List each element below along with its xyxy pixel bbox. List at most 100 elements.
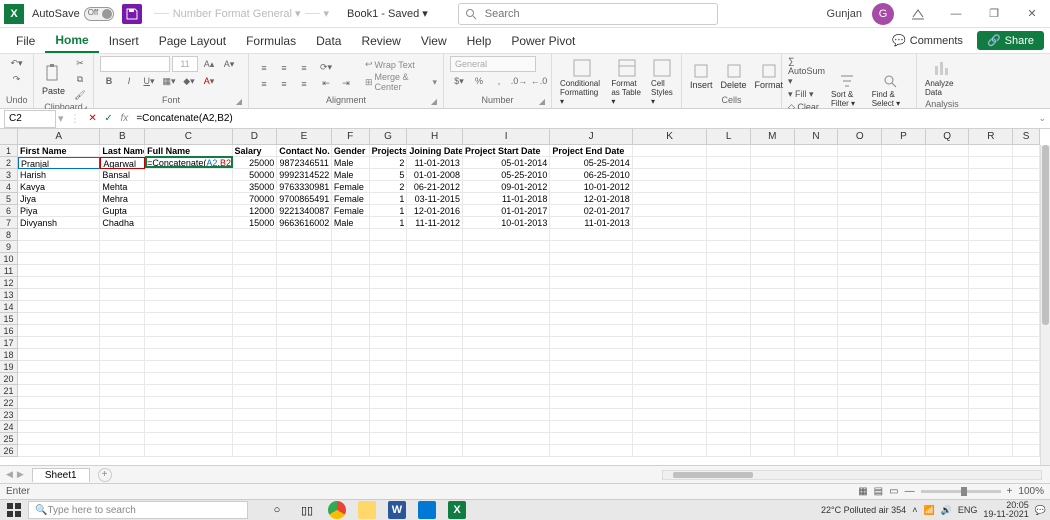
cell[interactable]: 1 — [370, 205, 408, 217]
cell[interactable] — [407, 361, 463, 373]
cell[interactable] — [145, 433, 232, 445]
menu-file[interactable]: File — [6, 30, 45, 52]
cell[interactable] — [145, 277, 232, 289]
cell[interactable] — [795, 217, 839, 229]
cell[interactable] — [751, 253, 795, 265]
cell[interactable] — [969, 421, 1013, 433]
comma-icon[interactable]: , — [490, 74, 508, 88]
cell[interactable] — [233, 385, 278, 397]
cell[interactable] — [18, 265, 100, 277]
cell[interactable] — [100, 361, 145, 373]
cell[interactable] — [332, 241, 370, 253]
cell[interactable] — [18, 253, 100, 265]
cell[interactable] — [100, 373, 145, 385]
cell[interactable] — [882, 433, 926, 445]
cell[interactable] — [795, 397, 839, 409]
cell[interactable] — [277, 349, 332, 361]
cell[interactable] — [707, 205, 751, 217]
cell[interactable] — [926, 445, 970, 457]
orientation-icon[interactable]: ⟳▾ — [317, 61, 335, 75]
cell[interactable] — [550, 373, 632, 385]
cell[interactable] — [633, 217, 707, 229]
row-headers[interactable]: 1234567891011121314151617181920212223242… — [0, 145, 18, 465]
col-header-R[interactable]: R — [969, 129, 1013, 145]
cell[interactable] — [407, 301, 463, 313]
cell[interactable] — [332, 229, 370, 241]
cell[interactable] — [370, 325, 408, 337]
fx-icon[interactable]: fx — [121, 113, 129, 124]
cell[interactable] — [100, 409, 145, 421]
cell[interactable] — [277, 325, 332, 337]
cell[interactable] — [100, 349, 145, 361]
cell[interactable] — [882, 421, 926, 433]
cell[interactable]: Mehra — [100, 193, 145, 205]
cell[interactable] — [795, 145, 839, 157]
cell[interactable] — [838, 193, 882, 205]
cell[interactable] — [633, 301, 707, 313]
cell[interactable] — [18, 277, 100, 289]
row-header-13[interactable]: 13 — [0, 289, 18, 301]
sort-filter-button[interactable]: Sort & Filter ▾ — [829, 71, 866, 110]
cell[interactable] — [926, 277, 970, 289]
cell[interactable] — [882, 325, 926, 337]
cell[interactable] — [969, 277, 1013, 289]
cell[interactable] — [882, 349, 926, 361]
cell[interactable] — [633, 445, 707, 457]
cell[interactable] — [795, 205, 839, 217]
cell[interactable] — [1013, 361, 1040, 373]
cell[interactable] — [838, 157, 882, 169]
col-header-O[interactable]: O — [838, 129, 882, 145]
fill-button[interactable]: ▾ Fill ▾ — [788, 89, 825, 100]
row-header-10[interactable]: 10 — [0, 253, 18, 265]
cell[interactable]: Male — [332, 157, 370, 169]
cell[interactable]: 03-11-2015 — [407, 193, 463, 205]
cell[interactable] — [969, 349, 1013, 361]
cell[interactable] — [407, 241, 463, 253]
cell[interactable] — [926, 409, 970, 421]
ribbon-mode-icon[interactable] — [904, 4, 932, 24]
cell[interactable]: Gupta — [100, 205, 145, 217]
cell[interactable] — [926, 169, 970, 181]
cell[interactable] — [969, 409, 1013, 421]
cell[interactable] — [370, 289, 408, 301]
cell[interactable] — [145, 265, 232, 277]
percent-icon[interactable]: % — [470, 74, 488, 88]
cell[interactable] — [707, 385, 751, 397]
cell[interactable] — [332, 385, 370, 397]
cell[interactable] — [926, 229, 970, 241]
user-name[interactable]: Gunjan — [827, 8, 862, 20]
cell[interactable] — [463, 397, 550, 409]
cell[interactable] — [838, 397, 882, 409]
cell[interactable] — [751, 409, 795, 421]
cell[interactable] — [407, 229, 463, 241]
cell[interactable] — [838, 445, 882, 457]
cell[interactable] — [145, 409, 232, 421]
cell[interactable] — [633, 181, 707, 193]
cell[interactable] — [926, 373, 970, 385]
cell[interactable] — [1013, 373, 1040, 385]
cell[interactable]: 10-01-2013 — [463, 217, 550, 229]
row-header-2[interactable]: 2 — [0, 157, 18, 169]
cell[interactable]: Piya — [18, 205, 100, 217]
cell[interactable]: 9992314522 — [277, 169, 332, 181]
cell[interactable] — [100, 229, 145, 241]
cell[interactable] — [370, 373, 408, 385]
cell[interactable] — [407, 289, 463, 301]
row-header-24[interactable]: 24 — [0, 421, 18, 433]
row-header-23[interactable]: 23 — [0, 409, 18, 421]
cell[interactable] — [969, 241, 1013, 253]
cell[interactable] — [277, 361, 332, 373]
find-select-button[interactable]: Find & Select ▾ — [870, 71, 910, 110]
cell-styles-button[interactable]: Cell Styles ▾ — [649, 56, 675, 108]
cell[interactable] — [277, 289, 332, 301]
cell[interactable] — [18, 445, 100, 457]
col-header-C[interactable]: C — [145, 129, 232, 145]
cell[interactable]: 11-01-2018 — [463, 193, 550, 205]
cell[interactable] — [463, 265, 550, 277]
row-header-20[interactable]: 20 — [0, 373, 18, 385]
cell[interactable]: Jiya — [18, 193, 100, 205]
cell[interactable] — [751, 433, 795, 445]
cell[interactable] — [233, 313, 278, 325]
cell[interactable] — [550, 265, 632, 277]
cell[interactable] — [370, 361, 408, 373]
